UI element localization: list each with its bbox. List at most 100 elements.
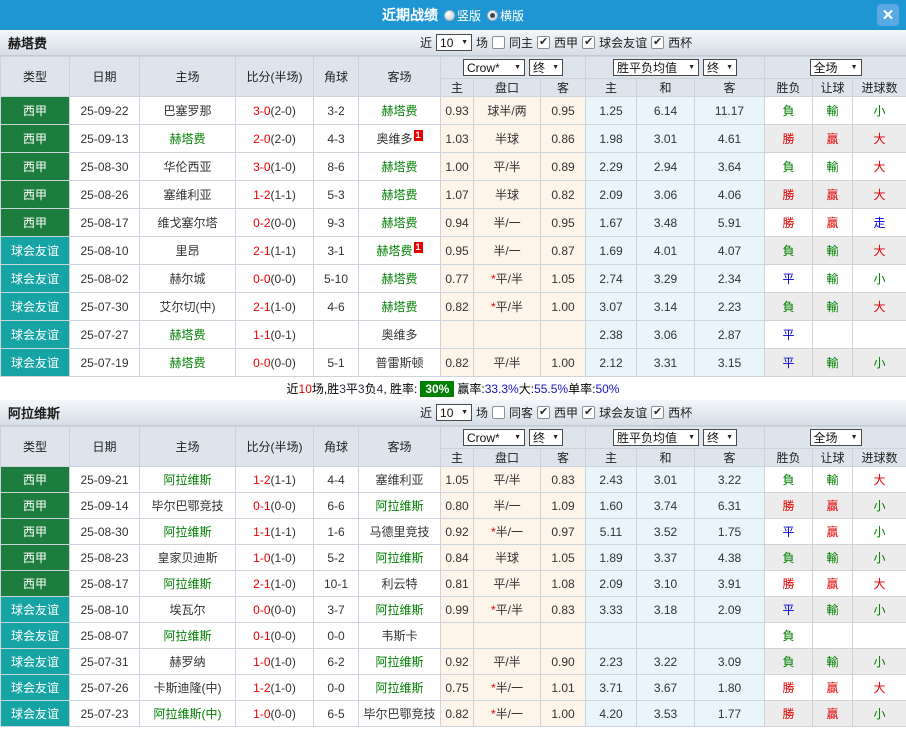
avg-type-select[interactable]: 胜平负均值 ▼ [613, 59, 699, 76]
match-count-select[interactable]: 10 ▼ [436, 34, 473, 51]
handicap-value: 平/半 [493, 577, 521, 591]
home-team-name: 艾尔切(中) [159, 300, 216, 314]
score-cell: 1-2(1-1) [235, 180, 314, 209]
result-wdl-cell: 勝 [764, 700, 813, 727]
layout-radio-horizontal[interactable]: 横版 [487, 7, 524, 24]
league-filter-checkbox[interactable]: ✔ [582, 36, 596, 49]
odds-source-select[interactable]: Crow* ▼ [463, 429, 525, 447]
result-wdl-cell: 平 [764, 320, 813, 349]
halftime-score: (1-0) [270, 550, 296, 565]
avg-final-select[interactable]: 终 ▼ [703, 429, 737, 446]
column-header: 类型 [0, 56, 70, 97]
result-handicap-cell: 贏 [812, 700, 853, 727]
same-venue-checkbox[interactable] [492, 36, 506, 49]
away-team-cell: 赫塔费 [358, 264, 441, 293]
sub-column-header: 胜负 [764, 78, 813, 97]
league-filter-checkbox[interactable]: ✔ [537, 36, 551, 49]
handicap-cell: *平/半 [473, 264, 541, 293]
away-team-name: 赫塔费 [381, 188, 418, 202]
result-handicap-cell: 贏 [812, 674, 853, 701]
result-wdl-cell: 勝 [764, 208, 813, 237]
layout-radio-vertical[interactable]: 竖版 [443, 7, 481, 24]
handicap-cell: *半/一 [473, 674, 541, 701]
scope-select-value: 全场 [813, 431, 838, 445]
odds-home-cell: 1.00 [440, 152, 474, 181]
league-filter-checkbox[interactable]: ✔ [651, 36, 665, 49]
table-row: 球会友谊 25-07-31 赫罗纳 1-0(1-0) 6-2 阿拉维斯 0.92 平/半 0.9… [0, 648, 906, 675]
date-cell: 25-08-30 [69, 152, 140, 181]
table-row: 球会友谊 25-07-26 卡斯迪隆(中) 1-2(1-0) 0-0 阿拉维斯 0.75 *半… [0, 674, 906, 701]
away-team-cell: 利云特 [358, 570, 441, 597]
table-row: 西甲 25-09-21 阿拉维斯 1-2(1-1) 4-4 塞维利亚 1.05 平/半 0.83… [0, 466, 906, 493]
fulltime-score: 0-2 [253, 215, 271, 230]
same-venue-checkbox[interactable] [492, 406, 506, 419]
avg-home-cell: 2.38 [585, 320, 637, 349]
avg-home-cell: 2.74 [585, 264, 637, 293]
handicap-cell: 半/一 [473, 492, 541, 519]
home-team-cell: 阿拉维斯 [139, 622, 236, 649]
corner-cell: 4-4 [313, 466, 359, 493]
away-team-name: 奥维多 [376, 132, 413, 146]
halftime-score: (1-0) [270, 299, 296, 314]
fulltime-score: 2-0 [253, 131, 271, 146]
avg-away-cell [694, 622, 765, 649]
corner-cell: 3-7 [313, 596, 359, 623]
avg-final-select[interactable]: 终 ▼ [703, 59, 737, 76]
odds-home-cell: 0.81 [440, 570, 474, 597]
scope-select-value: 全场 [813, 61, 838, 75]
odds-away-cell: 1.05 [540, 544, 586, 571]
result-goals-cell: 小 [852, 96, 906, 125]
handicap-cell: 球半/两 [473, 96, 541, 125]
chevron-down-icon: ▼ [461, 39, 469, 46]
home-team-cell: 皇家贝迪斯 [139, 544, 236, 571]
date-cell: 25-08-17 [69, 208, 140, 237]
odds-source-select[interactable]: Crow* ▼ [463, 59, 525, 77]
halftime-score: (1-0) [270, 159, 296, 174]
red-card-badge: 1 [413, 242, 423, 253]
result-goals-cell: 小 [852, 700, 906, 727]
avg-home-cell [585, 622, 637, 649]
handicap-value: 平/半 [493, 473, 521, 487]
fulltime-score: 0-0 [253, 271, 271, 286]
type-cell: 球会友谊 [0, 292, 70, 321]
league-filter-checkbox[interactable]: ✔ [651, 406, 665, 419]
score-cell: 1-2(1-0) [235, 674, 314, 701]
odds-home-cell: 0.99 [440, 596, 474, 623]
type-cell: 球会友谊 [0, 648, 70, 675]
scope-select[interactable]: 全场 ▼ [809, 59, 862, 76]
result-wdl-cell: 平 [764, 596, 813, 623]
away-team-cell: 赫塔费 [358, 292, 441, 321]
avg-draw-cell: 3.01 [636, 124, 695, 153]
sub-column-header: 客 [694, 78, 765, 97]
fulltime-score: 2-1 [253, 576, 271, 591]
home-team-cell: 赫罗纳 [139, 648, 236, 675]
odds-final-select[interactable]: 终 ▼ [529, 58, 563, 76]
close-button[interactable]: ✕ [877, 4, 899, 26]
avg-draw-cell: 2.94 [636, 152, 695, 181]
avg-home-cell: 2.09 [585, 570, 637, 597]
odds-source-select-value: Crow* [467, 60, 500, 75]
corner-cell: 3-2 [313, 96, 359, 125]
result-wdl-cell: 負 [764, 292, 813, 321]
summary-segment: 50% [595, 381, 620, 396]
avg-type-select[interactable]: 胜平负均值 ▼ [613, 429, 699, 446]
odds-final-select[interactable]: 终 ▼ [529, 428, 563, 446]
table-row: 球会友谊 25-08-10 埃瓦尔 0-0(0-0) 3-7 阿拉维斯 0.99 *平/半 0.… [0, 596, 906, 623]
avg-home-cell: 2.29 [585, 152, 637, 181]
away-team-cell: 奥维多 [358, 320, 441, 349]
score-cell: 0-0(0-0) [235, 348, 314, 377]
close-icon: ✕ [881, 7, 895, 24]
same-venue-label: 同主 [509, 36, 534, 50]
handicap-value: 半/一 [493, 244, 521, 258]
table-row: 西甲 25-08-26 塞维利亚 1-2(1-1) 5-3 赫塔费 1.07 半球 0.82 2.… [0, 180, 906, 209]
avg-away-cell: 4.07 [694, 236, 765, 265]
avg-away-cell: 1.77 [694, 700, 765, 727]
recent-results-window: 近期战绩 竖版 横版 ✕ 赫塔费近 10 ▼ 场同主 ✔ 西甲 ✔ 球会友谊 ✔ 西杯 类型 日期 主场… [0, 0, 906, 727]
scope-select[interactable]: 全场 ▼ [809, 429, 862, 446]
match-count-select[interactable]: 10 ▼ [436, 404, 473, 421]
avg-away-cell: 1.80 [694, 674, 765, 701]
corner-cell: 5-2 [313, 544, 359, 571]
league-filter-checkbox[interactable]: ✔ [582, 406, 596, 419]
date-cell: 25-08-30 [69, 518, 140, 545]
league-filter-checkbox[interactable]: ✔ [537, 406, 551, 419]
